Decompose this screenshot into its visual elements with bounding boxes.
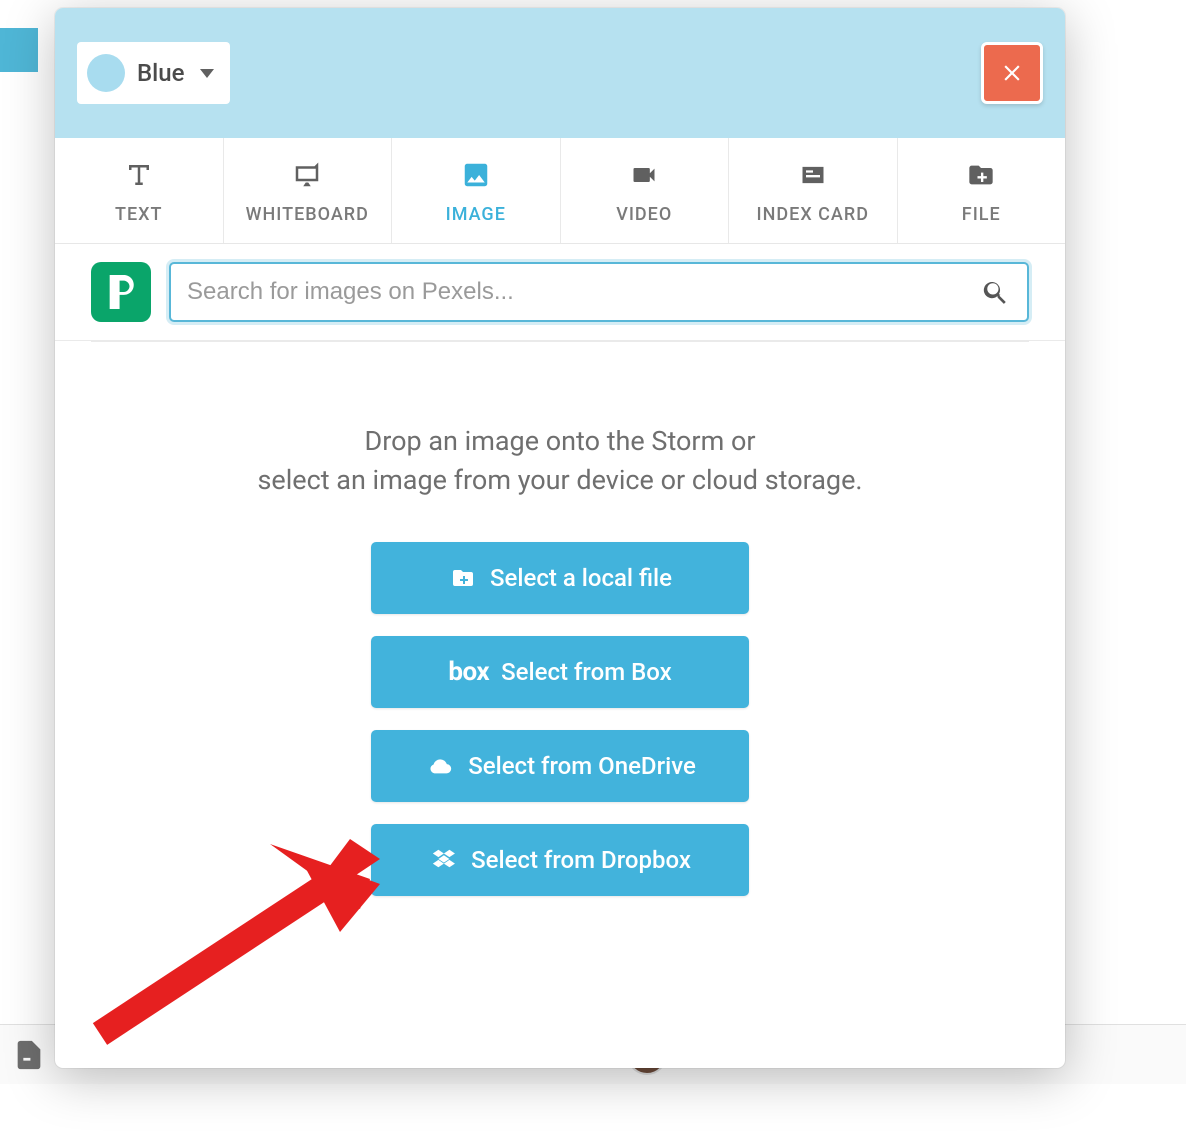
button-label: Select from Box [501, 658, 672, 686]
tab-image[interactable]: IMAGE [392, 138, 561, 243]
tab-whiteboard[interactable]: WHITEBOARD [224, 138, 393, 243]
tab-label: INDEX CARD [757, 204, 869, 225]
pexels-badge[interactable] [91, 262, 151, 322]
pexels-icon [104, 272, 138, 312]
select-local-file-button[interactable]: Select a local file [371, 542, 749, 614]
tab-label: WHITEBOARD [246, 204, 369, 225]
tab-label: VIDEO [616, 204, 672, 225]
button-label: Select from Dropbox [471, 846, 691, 874]
search-row [55, 244, 1065, 341]
document-icon[interactable] [12, 1038, 46, 1072]
tab-file[interactable]: FILE [898, 138, 1066, 243]
add-content-modal: Blue TEXT WHITEBOARD IMAGE [55, 8, 1065, 1068]
text-icon [121, 160, 157, 190]
instruction-line-1: Drop an image onto the Storm or [257, 422, 862, 461]
button-label: Select a local file [490, 564, 672, 592]
tab-text[interactable]: TEXT [55, 138, 224, 243]
color-picker[interactable]: Blue [77, 42, 230, 104]
tab-label: IMAGE [446, 204, 506, 225]
content-type-tabs: TEXT WHITEBOARD IMAGE VIDEO INDEX CARD [55, 138, 1065, 244]
instructions-text: Drop an image onto the Storm or select a… [257, 422, 862, 500]
box-logo-text: box [448, 657, 489, 687]
video-icon [626, 160, 662, 190]
chevron-down-icon [200, 69, 214, 78]
select-box-button[interactable]: box Select from Box [371, 636, 749, 708]
close-button[interactable] [981, 42, 1043, 104]
color-label: Blue [137, 59, 184, 87]
folder-plus-icon [448, 566, 478, 590]
source-buttons: Select a local file box Select from Box … [371, 542, 749, 896]
file-icon [963, 160, 999, 190]
select-onedrive-button[interactable]: Select from OneDrive [371, 730, 749, 802]
search-input[interactable] [187, 278, 981, 306]
button-label: Select from OneDrive [468, 752, 696, 780]
close-icon [999, 60, 1025, 86]
cloud-icon [424, 755, 456, 777]
color-swatch-blue [87, 54, 125, 92]
select-dropbox-button[interactable]: Select from Dropbox [371, 824, 749, 896]
instruction-line-2: select an image from your device or clou… [257, 461, 862, 500]
indexcard-icon [795, 160, 831, 190]
tab-label: TEXT [115, 204, 162, 225]
content-area: Drop an image onto the Storm or select a… [55, 342, 1065, 1068]
image-icon [458, 160, 494, 190]
search-box[interactable] [169, 262, 1029, 322]
tab-video[interactable]: VIDEO [561, 138, 730, 243]
tab-indexcard[interactable]: INDEX CARD [729, 138, 898, 243]
whiteboard-icon [289, 160, 325, 190]
background-top-strip [0, 28, 38, 72]
search-icon [981, 277, 1011, 307]
dropbox-icon [429, 847, 459, 873]
modal-header: Blue [55, 8, 1065, 138]
tab-label: FILE [962, 204, 1001, 225]
